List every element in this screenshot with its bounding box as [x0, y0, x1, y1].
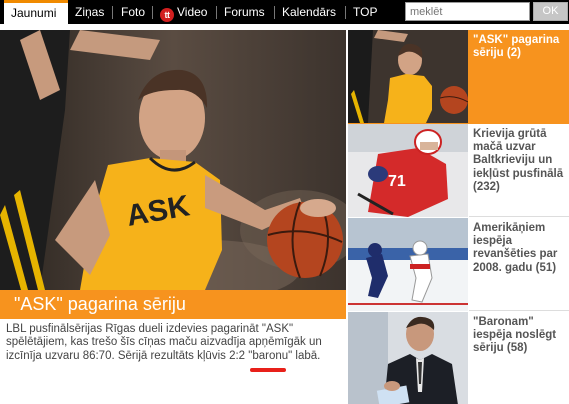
tab-foto[interactable]: Foto — [121, 0, 145, 24]
basketball-player-illustration: ASK — [0, 30, 346, 290]
search-input[interactable] — [405, 2, 530, 21]
tab-kalendars[interactable]: Kalendārs — [282, 0, 336, 24]
hockey-player-thumb: 71 — [348, 124, 468, 217]
main-story-image[interactable]: ASK — [0, 30, 346, 290]
side-story-4[interactable]: "Baronam" iespēja noslēgt sēriju (58) — [348, 312, 569, 404]
side-story-thumbnail[interactable] — [348, 30, 468, 123]
hockey-game-thumb — [348, 218, 468, 311]
main-story-title-bar[interactable]: "ASK" pagarina sēriju — [0, 290, 346, 319]
side-story-2[interactable]: 71 Krievija grūtā mačā uzvar Baltkrievij… — [348, 124, 569, 218]
tt-logo-icon: tt — [160, 8, 174, 22]
main-story-lead: LBL pusfinālsērijas Rīgas dueli izdevies… — [6, 323, 322, 362]
nav-divider — [152, 6, 153, 19]
tab-video[interactable]: tt Video — [160, 0, 207, 24]
search-button[interactable]: OK — [533, 2, 568, 21]
tab-video-label: Video — [177, 5, 208, 19]
side-story-3[interactable]: Amerikāņiem iespēja revanšēties par 2008… — [348, 218, 569, 312]
side-story-thumbnail[interactable] — [348, 218, 468, 311]
coach-thumb — [348, 312, 468, 404]
side-story-thumbnail[interactable]: 71 — [348, 124, 468, 217]
tab-zinas[interactable]: Ziņas — [75, 0, 104, 24]
nav-divider — [112, 6, 113, 19]
nav-divider — [345, 6, 346, 19]
nav-divider — [216, 6, 217, 19]
side-story-title[interactable]: Amerikāņiem iespēja revanšēties par 2008… — [469, 218, 569, 311]
top-nav: Jaunumi Ziņas Foto tt Video Forums Kalend… — [0, 0, 569, 24]
side-story-title[interactable]: "Baronam" iespēja noslēgt sēriju (58) — [469, 312, 569, 404]
jersey-number: 71 — [388, 173, 406, 190]
side-story-title[interactable]: "ASK" pagarina sēriju (2) — [469, 30, 569, 123]
side-story-1[interactable]: "ASK" pagarina sēriju (2) — [348, 30, 569, 124]
tab-forums[interactable]: Forums — [224, 0, 265, 24]
side-story-thumbnail[interactable] — [348, 312, 468, 404]
main-story-title[interactable]: "ASK" pagarina sēriju — [14, 294, 186, 315]
tab-top[interactable]: TOP — [353, 0, 377, 24]
side-story-title[interactable]: Krievija grūtā mačā uzvar Baltkrieviju u… — [469, 124, 569, 217]
spellcheck-underline — [250, 368, 286, 372]
nav-divider — [274, 6, 275, 19]
basketball-player-thumb — [348, 30, 468, 123]
tab-jaunumi[interactable]: Jaunumi — [4, 0, 68, 24]
